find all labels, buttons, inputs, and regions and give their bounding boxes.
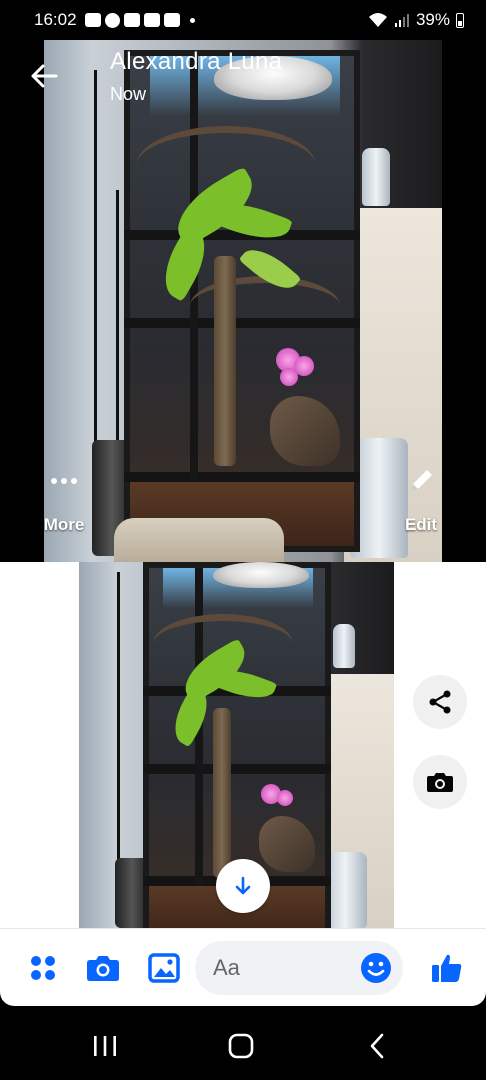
battery-percent: 39%	[415, 10, 450, 29]
back-arrow-icon[interactable]	[28, 60, 60, 92]
arrow-down-icon	[235, 876, 251, 895]
share-icon	[429, 690, 451, 714]
system-nav-bar	[0, 1006, 486, 1080]
status-time: 16:02	[34, 10, 77, 29]
more-dots-icon	[51, 478, 77, 484]
facebook-icon	[104, 12, 120, 28]
gallery-icon	[148, 953, 180, 983]
scroll-down-button[interactable]	[216, 859, 270, 913]
battery-icon	[456, 12, 464, 28]
more-label: More	[43, 515, 85, 534]
camera-icon	[427, 773, 453, 792]
media-viewer: Alexandra Luna Now More Edit	[0, 40, 486, 562]
camera-button[interactable]	[86, 951, 120, 985]
edit-button[interactable]: Edit	[386, 465, 456, 535]
wifi-icon	[368, 13, 387, 27]
emoji-icon	[361, 953, 391, 983]
like-button[interactable]	[430, 951, 464, 985]
edit-label: Edit	[404, 515, 438, 534]
more-notifications-dot	[189, 17, 195, 23]
home-icon	[228, 1033, 254, 1059]
gallery-button[interactable]	[147, 951, 181, 985]
back-icon	[370, 1033, 384, 1059]
viewer-header: Alexandra Luna Now	[0, 40, 486, 130]
recents-button[interactable]	[89, 1032, 121, 1060]
back-button[interactable]	[362, 1032, 394, 1060]
sender-name: Alexandra Luna	[110, 48, 283, 75]
thumbs-up-icon	[432, 954, 462, 982]
notification-icons	[84, 12, 180, 28]
chat-area	[0, 562, 486, 928]
more-button[interactable]: More	[29, 465, 99, 535]
menu-grid-icon	[31, 956, 55, 980]
share-button[interactable]	[413, 675, 467, 729]
signal-icon	[394, 14, 409, 27]
youtube-icon	[143, 13, 160, 27]
pencil-icon	[411, 470, 432, 491]
snapchat-icon	[123, 13, 140, 27]
menu-button[interactable]	[26, 951, 60, 985]
sender-timestamp: Now	[110, 84, 147, 104]
camera-icon	[87, 956, 119, 981]
youtube-icon	[163, 13, 180, 27]
recents-icon	[94, 1036, 116, 1056]
message-composer	[0, 928, 486, 1006]
status-right: 39%	[368, 10, 464, 30]
camera-save-button[interactable]	[413, 755, 467, 809]
emoji-button[interactable]	[359, 951, 393, 985]
home-button[interactable]	[225, 1032, 257, 1060]
status-bar: 16:02 39%	[0, 0, 486, 40]
snapchat-icon	[84, 13, 101, 27]
